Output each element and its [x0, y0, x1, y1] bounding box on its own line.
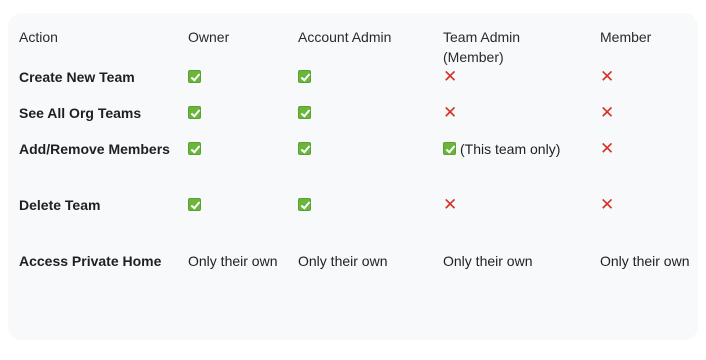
team-admin-cell: ✕	[443, 67, 600, 103]
check-mark-icon	[298, 106, 311, 119]
cross-mark-icon: ✕	[600, 67, 615, 87]
owner-cell	[188, 139, 298, 195]
action-label: See All Org Teams	[19, 105, 142, 121]
cross-mark-icon: ✕	[443, 103, 458, 123]
cross-mark-icon: ✕	[443, 195, 458, 215]
account-admin-cell	[298, 67, 443, 103]
action-label: Create New Team	[19, 69, 135, 85]
team-admin-cell: Only their own	[443, 253, 533, 269]
header-team-admin-line1: Team Admin	[443, 29, 521, 45]
table-row: Delete Team ✕ ✕	[8, 195, 698, 251]
table-row: See All Org Teams ✕ ✕	[8, 103, 698, 139]
permissions-table: Action Owner Account Admin Team Admin (Me…	[8, 13, 698, 321]
header-account-admin: Account Admin	[298, 29, 392, 45]
team-admin-cell: (This team only)	[443, 139, 600, 195]
check-mark-icon	[443, 142, 456, 155]
action-label: Delete Team	[19, 197, 101, 213]
action-label: Access Private Home	[19, 253, 162, 269]
header-action: Action	[19, 29, 58, 45]
account-admin-cell	[298, 195, 443, 251]
team-admin-cell: ✕	[443, 195, 600, 251]
check-mark-icon	[298, 70, 311, 83]
header-member: Member	[600, 29, 652, 45]
permissions-card: Action Owner Account Admin Team Admin (Me…	[8, 13, 698, 340]
header-team-admin: Team Admin (Member)	[443, 13, 600, 67]
account-admin-cell	[298, 103, 443, 139]
team-admin-cell: ✕	[443, 103, 600, 139]
owner-cell	[188, 103, 298, 139]
account-admin-cell	[298, 139, 443, 195]
table-row: Access Private Home Only their own Only …	[8, 251, 698, 321]
member-cell: ✕	[600, 139, 698, 195]
check-mark-icon	[188, 70, 201, 83]
check-mark-icon	[188, 198, 201, 211]
member-cell: ✕	[600, 67, 698, 103]
team-only-note: (This team only)	[460, 141, 561, 157]
member-cell: ✕	[600, 195, 698, 251]
header-owner: Owner	[188, 29, 230, 45]
table-header-row: Action Owner Account Admin Team Admin (Me…	[8, 13, 698, 67]
cross-mark-icon: ✕	[600, 103, 615, 123]
owner-cell: Only their own	[188, 253, 278, 269]
check-mark-icon	[188, 142, 201, 155]
action-label: Add/Remove Members	[19, 141, 170, 157]
member-cell: ✕	[600, 103, 698, 139]
cross-mark-icon: ✕	[600, 195, 615, 215]
header-team-admin-line2: (Member)	[443, 49, 504, 65]
cross-mark-icon: ✕	[600, 139, 615, 159]
account-admin-cell: Only their own	[298, 253, 388, 269]
owner-cell	[188, 67, 298, 103]
cross-mark-icon: ✕	[443, 67, 458, 87]
check-mark-icon	[298, 142, 311, 155]
check-mark-icon	[298, 198, 311, 211]
table-row: Create New Team ✕ ✕	[8, 67, 698, 103]
table-row: Add/Remove Members (This team only) ✕	[8, 139, 698, 195]
check-mark-icon	[188, 106, 201, 119]
member-cell: Only their own	[600, 253, 690, 269]
owner-cell	[188, 195, 298, 251]
